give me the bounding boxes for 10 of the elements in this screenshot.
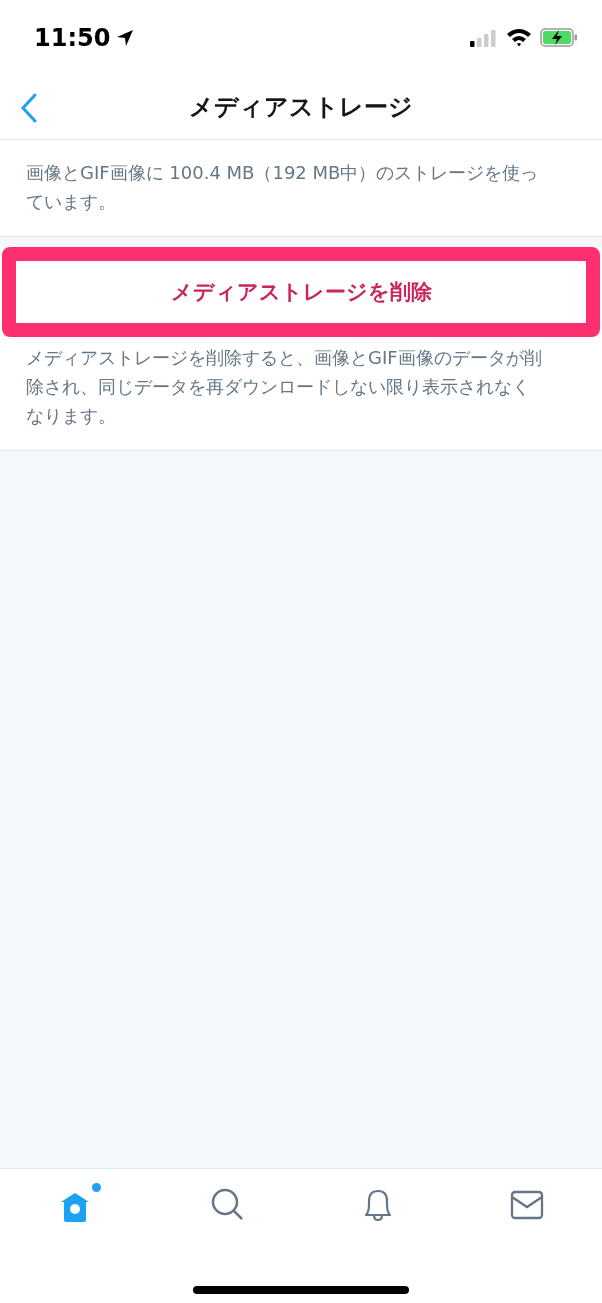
location-arrow-icon	[116, 28, 135, 47]
battery-icon	[540, 28, 578, 47]
page-title: メディアストレージ	[189, 92, 413, 123]
back-button[interactable]	[20, 93, 38, 123]
status-time: 11:50	[34, 23, 111, 52]
storage-usage-text: 画像とGIF画像に 100.4 MB（192 MB中）のストレージを使っています。	[0, 140, 602, 237]
delete-note-text: メディアストレージを削除すると、画像とGIF画像のデータが削除され、同じデータを再ダウンロードしない限り表示されなくなります。	[0, 337, 602, 451]
delete-media-storage-button[interactable]: メディアストレージを削除	[2, 247, 600, 337]
signal-icon	[470, 28, 498, 47]
wifi-icon	[506, 28, 532, 47]
